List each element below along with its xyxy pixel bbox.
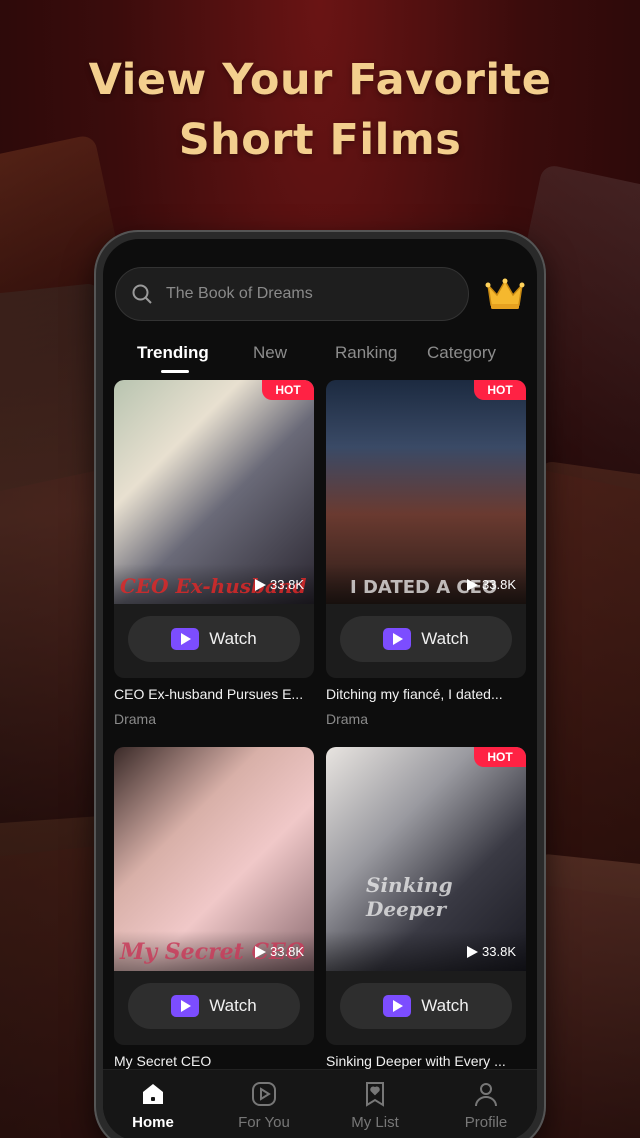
- video-play-icon: [171, 628, 200, 650]
- poster-image[interactable]: CEO Ex-husband HOT 33.8K: [114, 380, 314, 604]
- watch-button[interactable]: Watch: [128, 616, 300, 662]
- watch-label: Watch: [209, 629, 257, 648]
- view-count: 33.8K: [467, 577, 516, 592]
- nav-label: For You: [238, 1114, 290, 1131]
- watch-label: Watch: [421, 629, 469, 648]
- nav-profile[interactable]: Profile: [446, 1080, 526, 1131]
- tab-trending[interactable]: Trending: [137, 343, 209, 363]
- view-count-value: 33.8K: [482, 577, 516, 592]
- search-row: [115, 267, 535, 323]
- poster-title-art: Sinking Deeper: [366, 873, 453, 921]
- poster-image[interactable]: Sinking Deeper HOT 33.8K: [326, 747, 526, 971]
- phone-frame: Trending New Ranking Category CEO Ex-hus…: [94, 230, 546, 1138]
- bookmark-heart-icon: [366, 1082, 384, 1107]
- view-count-value: 33.8K: [270, 577, 304, 592]
- tab-category[interactable]: Category: [427, 343, 496, 363]
- active-tab-indicator: [161, 370, 189, 373]
- nav-my-list[interactable]: My List: [335, 1080, 415, 1131]
- user-icon: [475, 1083, 497, 1107]
- watch-label: Watch: [421, 996, 469, 1015]
- view-count-value: 33.8K: [482, 944, 516, 959]
- watch-button[interactable]: Watch: [340, 616, 512, 662]
- play-icon: [255, 578, 267, 591]
- play-circle-icon: [252, 1082, 276, 1106]
- play-icon: [255, 945, 267, 958]
- headline-line-1: View Your Favorite: [88, 55, 552, 105]
- hot-badge: HOT: [474, 747, 526, 767]
- home-icon: [143, 1084, 163, 1104]
- drama-card[interactable]: Sinking Deeper HOT 33.8K Watch: [326, 747, 526, 1045]
- play-icon: [467, 578, 479, 591]
- drama-card[interactable]: My Secret CEO 33.8K Watch: [114, 747, 314, 1045]
- nav-label: Profile: [464, 1114, 508, 1131]
- headline-line-2: Short Films: [178, 115, 462, 165]
- card-title[interactable]: My Secret CEO: [114, 1053, 314, 1069]
- play-icon: [467, 945, 479, 958]
- video-play-icon: [383, 995, 412, 1017]
- drama-card[interactable]: CEO Ex-husband HOT 33.8K Watch: [114, 380, 314, 678]
- watch-button[interactable]: Watch: [128, 983, 300, 1029]
- nav-home[interactable]: Home: [113, 1080, 193, 1131]
- view-count: 33.8K: [467, 944, 516, 959]
- hot-badge: HOT: [262, 380, 314, 400]
- drama-card[interactable]: I DATED A CEO HOT 33.8K Watch: [326, 380, 526, 678]
- crown-icon[interactable]: [485, 277, 525, 311]
- watch-label: Watch: [209, 996, 257, 1015]
- watch-button[interactable]: Watch: [340, 983, 512, 1029]
- nav-for-you[interactable]: For You: [224, 1080, 304, 1131]
- tab-new[interactable]: New: [253, 343, 287, 363]
- card-title[interactable]: CEO Ex-husband Pursues E...: [114, 686, 314, 702]
- search-bar[interactable]: [115, 267, 469, 321]
- search-input[interactable]: [166, 285, 426, 303]
- poster-image[interactable]: My Secret CEO 33.8K: [114, 747, 314, 971]
- bottom-navigation: Home For You My List Profile: [103, 1069, 537, 1138]
- category-tabs: Trending New Ranking Category: [103, 343, 537, 379]
- card-title[interactable]: Ditching my fiancé, I dated...: [326, 686, 526, 702]
- tab-ranking[interactable]: Ranking: [335, 343, 397, 363]
- nav-label: My List: [351, 1114, 399, 1131]
- nav-label: Home: [132, 1114, 174, 1131]
- card-genre: Drama: [326, 711, 369, 727]
- card-genre: Drama: [114, 711, 157, 727]
- hot-badge: HOT: [474, 380, 526, 400]
- view-count: 33.8K: [255, 944, 304, 959]
- view-count: 33.8K: [255, 577, 304, 592]
- view-count-value: 33.8K: [270, 944, 304, 959]
- video-play-icon: [171, 995, 200, 1017]
- poster-image[interactable]: I DATED A CEO HOT 33.8K: [326, 380, 526, 604]
- search-icon: [132, 284, 152, 304]
- card-title[interactable]: Sinking Deeper with Every ...: [326, 1053, 526, 1069]
- promo-headline: View Your Favorite Short Films: [0, 50, 640, 170]
- app-screen: Trending New Ranking Category CEO Ex-hus…: [103, 239, 537, 1138]
- video-play-icon: [383, 628, 412, 650]
